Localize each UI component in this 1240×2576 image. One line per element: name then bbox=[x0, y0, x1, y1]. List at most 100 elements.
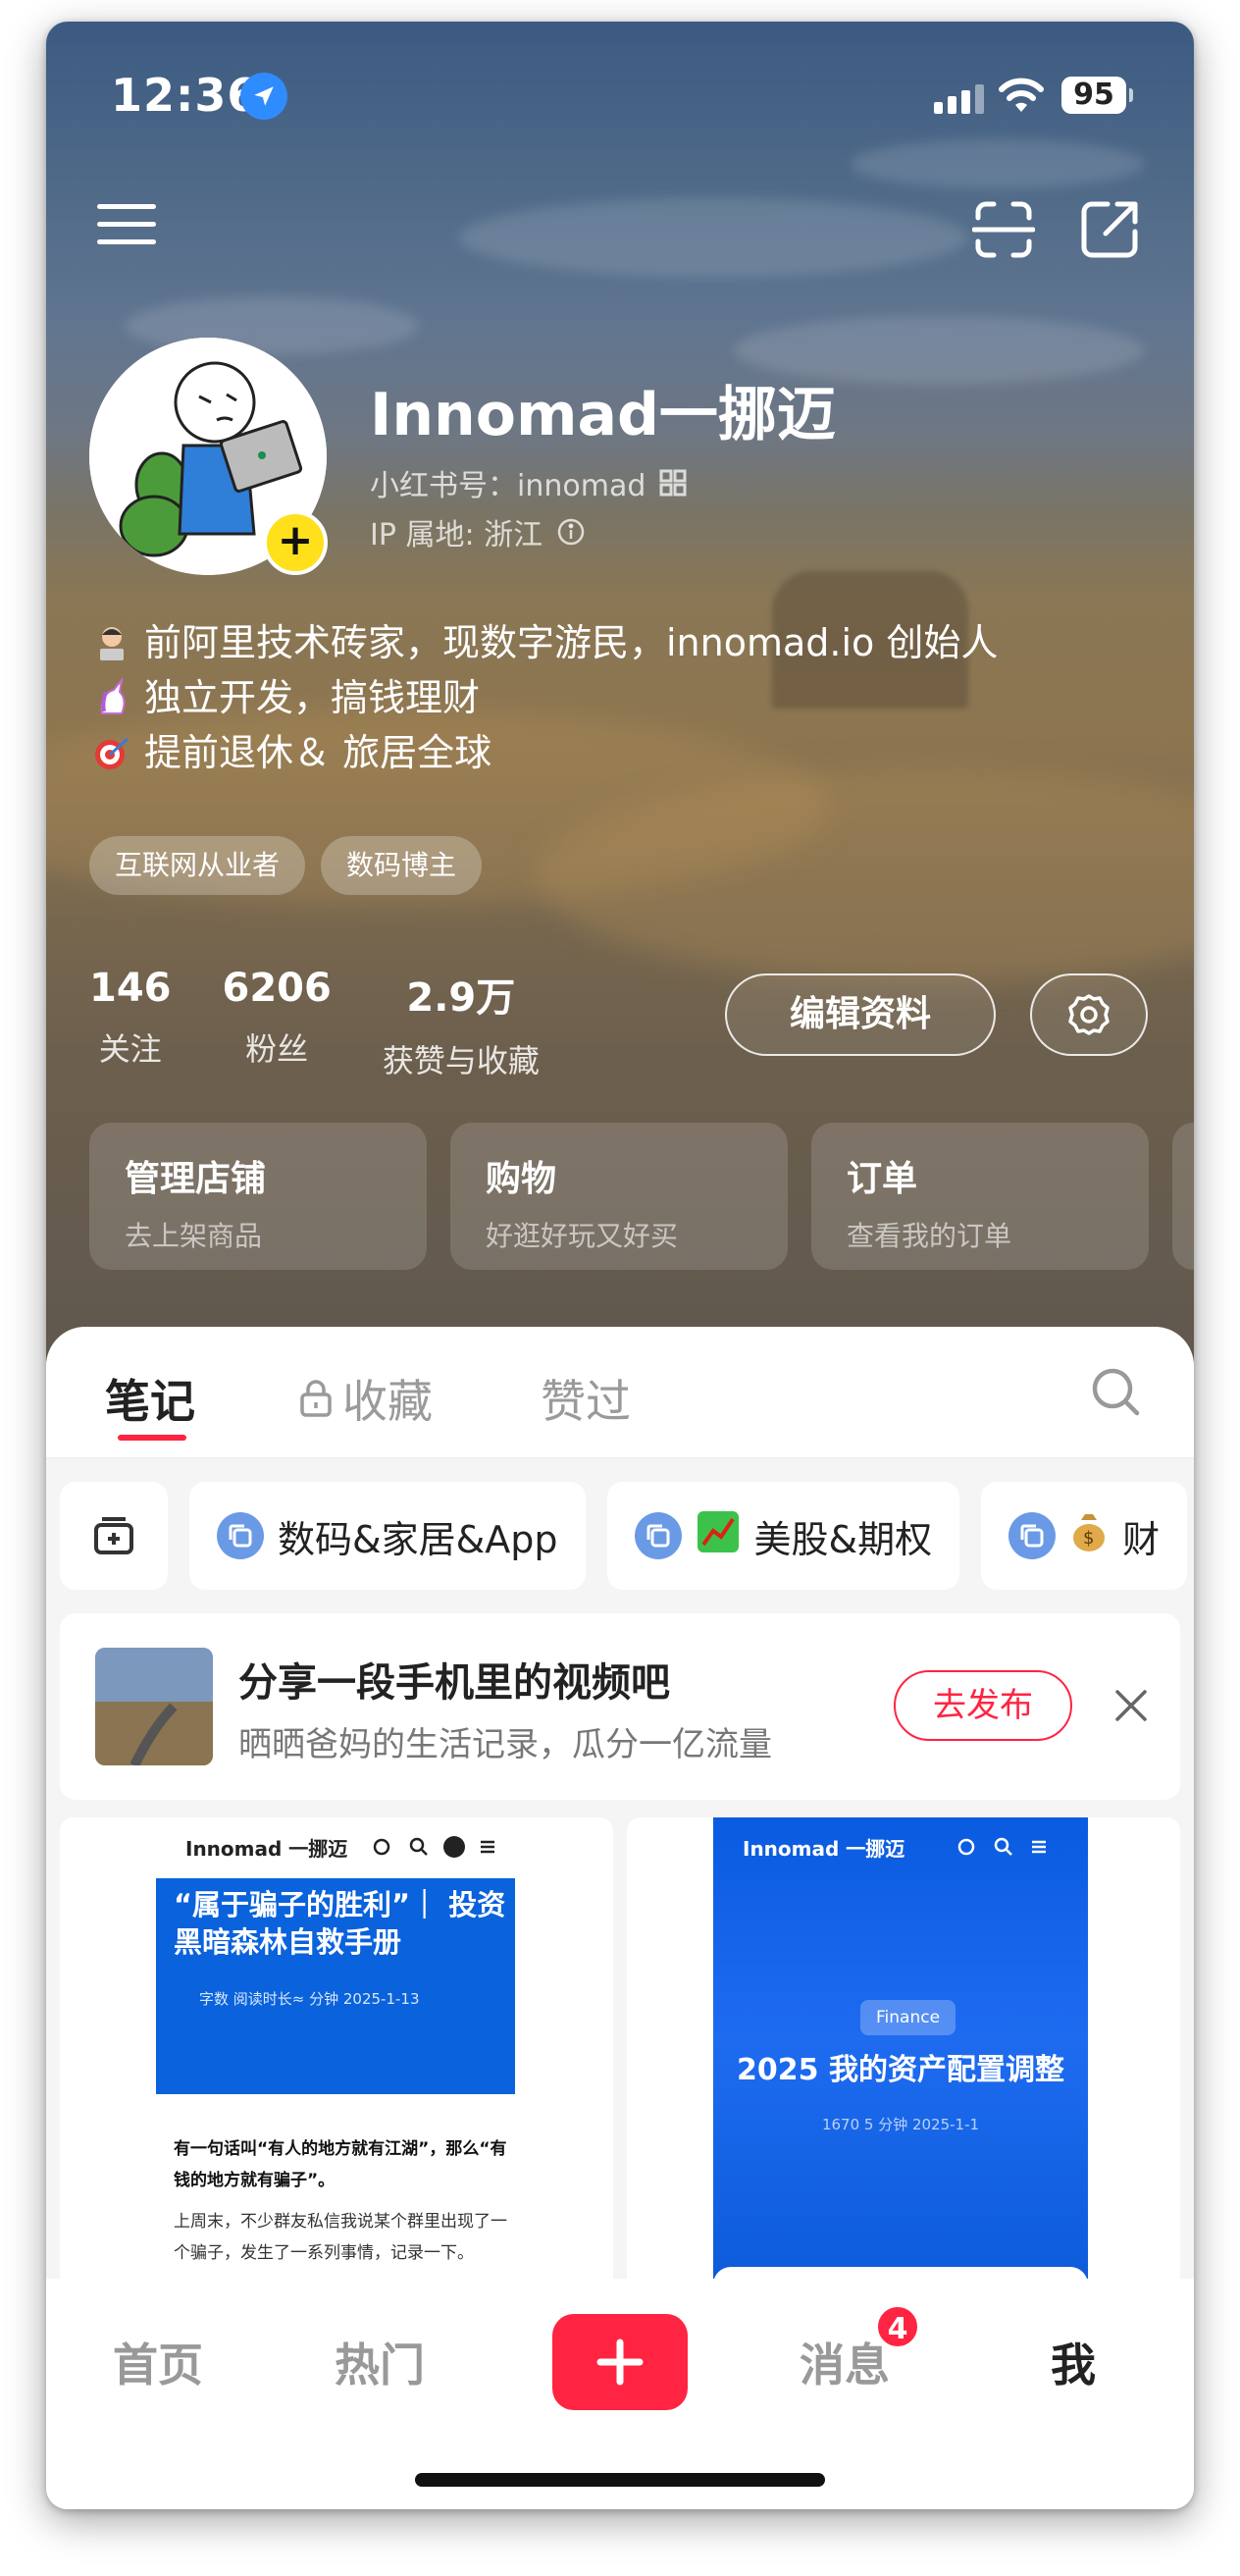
service-cards: 管理店铺 去上架商品 购物 好逛好玩又好买 订单 查看我的订单 bbox=[89, 1123, 1194, 1270]
bio-text: 独立开发，搞钱理财 bbox=[144, 676, 481, 719]
globe-icon bbox=[373, 1838, 390, 1856]
chart-increasing-emoji-icon bbox=[696, 1509, 741, 1563]
settings-button[interactable] bbox=[1030, 973, 1148, 1056]
album-icon bbox=[1008, 1512, 1057, 1559]
bio-line: 提前退休＆ 旅居全球 bbox=[89, 725, 998, 780]
gear-icon bbox=[1068, 994, 1110, 1035]
scan-icon[interactable] bbox=[971, 198, 1036, 261]
tab-label: 收藏 bbox=[342, 1375, 433, 1428]
red-id-label: 小红书号：innomad bbox=[370, 469, 646, 503]
ip-location: IP 属地: 浙江 bbox=[370, 510, 586, 553]
info-icon[interactable] bbox=[556, 517, 586, 547]
create-post-button[interactable] bbox=[552, 2314, 688, 2410]
search-icon bbox=[409, 1837, 428, 1856]
bio-line: 独立开发，搞钱理财 bbox=[89, 670, 998, 725]
qr-code-icon[interactable] bbox=[659, 469, 687, 497]
menu-icon bbox=[481, 1840, 494, 1854]
status-time: 12:36 bbox=[111, 69, 260, 122]
bio-text: 前阿里技术砖家，现数字游民，innomad.io 创始人 bbox=[144, 621, 999, 664]
promo-subtitle: 晒晒爸妈的生活记录，瓜分一亿流量 bbox=[238, 1725, 772, 1764]
lock-icon bbox=[300, 1380, 332, 1417]
nav-trending[interactable]: 热门 bbox=[335, 2330, 425, 2394]
search-icon bbox=[994, 1837, 1012, 1856]
stat-label: 粉丝 bbox=[245, 1030, 309, 1068]
new-album-button[interactable] bbox=[60, 1482, 168, 1590]
promo-title: 分享一段手机里的视频吧 bbox=[238, 1660, 670, 1706]
phone-screen: 12:36 95 + Innomad一挪迈 小红书号：innomad IP 属地… bbox=[46, 22, 1194, 2509]
nav-home[interactable]: 首页 bbox=[113, 2330, 203, 2394]
promo-thumbnail bbox=[95, 1648, 213, 1765]
close-icon[interactable] bbox=[1111, 1686, 1151, 1725]
publish-button[interactable]: 去发布 bbox=[894, 1670, 1072, 1741]
album-digital-home-app[interactable]: 数码&家居&App bbox=[189, 1482, 586, 1590]
money-bag-emoji-icon: $ bbox=[1069, 1510, 1109, 1562]
note-meta: 字数 阅读时长≈ 分钟 2025-1-13 bbox=[199, 1990, 420, 2008]
edit-profile-button[interactable]: 编辑资料 bbox=[725, 973, 996, 1056]
album-finance[interactable]: $ 财 bbox=[981, 1482, 1188, 1590]
album-icon bbox=[634, 1512, 682, 1559]
note-excerpt: 有一句话叫“有人的地方就有江湖”，那么“有钱的地方就有骗子”。 上周末，不少群友… bbox=[174, 2133, 507, 2269]
card-title: 订单 bbox=[847, 1159, 918, 1199]
svg-text:$: $ bbox=[1083, 1528, 1094, 1549]
share-icon[interactable] bbox=[1078, 198, 1141, 261]
stat-label: 关注 bbox=[98, 1030, 162, 1068]
stat-followers[interactable]: 6206 粉丝 bbox=[223, 966, 332, 1081]
note-title: “属于骗子的胜利”｜ 投资黑暗森林自救手册 bbox=[174, 1888, 506, 1959]
tab-notes[interactable]: 笔记 bbox=[105, 1366, 195, 1431]
note-cover: “属于骗子的胜利”｜ 投资黑暗森林自救手册 字数 阅读时长≈ 分钟 2025-1… bbox=[156, 1878, 515, 2094]
note-title: 2025 我的资产配置调整 bbox=[737, 2053, 1064, 2087]
technologist-emoji-icon bbox=[89, 620, 134, 665]
profile-tags: 互联网从业者 数码博主 bbox=[89, 836, 483, 895]
stat-value: 2.9万 bbox=[406, 975, 516, 1021]
ip-location-label: IP 属地: 浙江 bbox=[370, 518, 543, 552]
card-manage-store[interactable]: 管理店铺 去上架商品 bbox=[89, 1123, 427, 1270]
note-card[interactable]: Innomad 一挪迈 Finance 2025 我的资产配置调整 1670 5… bbox=[627, 1817, 1180, 2308]
tab-liked[interactable]: 赞过 bbox=[541, 1366, 631, 1431]
bio-text: 提前退休＆ 旅居全球 bbox=[144, 731, 492, 774]
cellular-signal-icon bbox=[934, 82, 985, 114]
menu-icon[interactable] bbox=[97, 200, 156, 249]
location-arrow-icon bbox=[240, 73, 287, 120]
stat-label: 获赞与收藏 bbox=[382, 1042, 540, 1079]
note-excerpt-text: 上周末，不少群友私信我说某个群里出现了一个骗子，发生了一系列事情，记录一下。 bbox=[174, 2212, 507, 2263]
red-id[interactable]: 小红书号：innomad bbox=[370, 461, 687, 504]
globe-icon bbox=[957, 1838, 975, 1856]
stat-likes-collections[interactable]: 2.9万 获赞与收藏 bbox=[383, 966, 540, 1081]
menu-icon bbox=[1032, 1840, 1046, 1854]
album-label: 数码&家居&App bbox=[278, 1517, 558, 1561]
bio-line: 前阿里技术砖家，现数字游民，innomad.io 创始人 bbox=[89, 615, 998, 670]
add-album-icon bbox=[94, 1517, 133, 1554]
note-card[interactable]: Innomad 一挪迈 “属于骗子的胜利”｜ 投资黑暗森林自救手册 字数 阅读时… bbox=[60, 1817, 613, 2308]
album-us-stocks-options[interactable]: 美股&期权 bbox=[606, 1482, 960, 1590]
profile-stats: 146 关注 6206 粉丝 2.9万 获赞与收藏 bbox=[89, 966, 591, 1081]
publish-prompt-card: 分享一段手机里的视频吧 晒晒爸妈的生活记录，瓜分一亿流量 去发布 bbox=[60, 1613, 1180, 1800]
card-title: 管理店铺 bbox=[125, 1159, 267, 1199]
search-icon[interactable] bbox=[1088, 1364, 1143, 1419]
card-title: 购物 bbox=[486, 1159, 557, 1199]
tab-collections[interactable]: 收藏 bbox=[299, 1366, 433, 1431]
stat-value: 6206 bbox=[222, 966, 332, 1011]
note-category-badge: Finance bbox=[860, 2000, 956, 2035]
note-brand: Innomad 一挪迈 bbox=[185, 1837, 348, 1861]
card-orders[interactable]: 订单 查看我的订单 bbox=[811, 1123, 1149, 1270]
bottom-navigation: 首页 热门 消息 4 我 bbox=[46, 2279, 1194, 2509]
tag-industry: 互联网从业者 bbox=[89, 836, 306, 895]
tag-role: 数码博主 bbox=[321, 836, 483, 895]
card-shopping[interactable]: 购物 好逛好玩又好买 bbox=[450, 1123, 788, 1270]
note-cover: Innomad 一挪迈 Finance 2025 我的资产配置调整 1670 5… bbox=[713, 1817, 1088, 2308]
card-subtitle: 好逛好玩又好买 bbox=[486, 1220, 679, 1252]
bio: 前阿里技术砖家，现数字游民，innomad.io 创始人 独立开发，搞钱理财 提… bbox=[89, 615, 998, 780]
wifi-icon bbox=[998, 77, 1045, 116]
card-more[interactable] bbox=[1172, 1123, 1194, 1270]
message-count-badge: 4 bbox=[875, 2304, 920, 2349]
card-subtitle: 去上架商品 bbox=[125, 1220, 263, 1252]
note-excerpt-bold: 有一句话叫“有人的地方就有江湖”，那么“有钱的地方就有骗子”。 bbox=[174, 2139, 507, 2190]
note-brand: Innomad 一挪迈 bbox=[743, 1837, 905, 1861]
profile-name: Innomad一挪迈 bbox=[370, 381, 836, 449]
album-label: 财 bbox=[1122, 1517, 1161, 1561]
badge-icon bbox=[443, 1836, 465, 1858]
nav-me[interactable]: 我 bbox=[1051, 2330, 1096, 2394]
stat-following[interactable]: 146 关注 bbox=[89, 966, 172, 1081]
add-story-button[interactable]: + bbox=[263, 510, 328, 575]
nav-messages[interactable]: 消息 bbox=[800, 2330, 890, 2394]
